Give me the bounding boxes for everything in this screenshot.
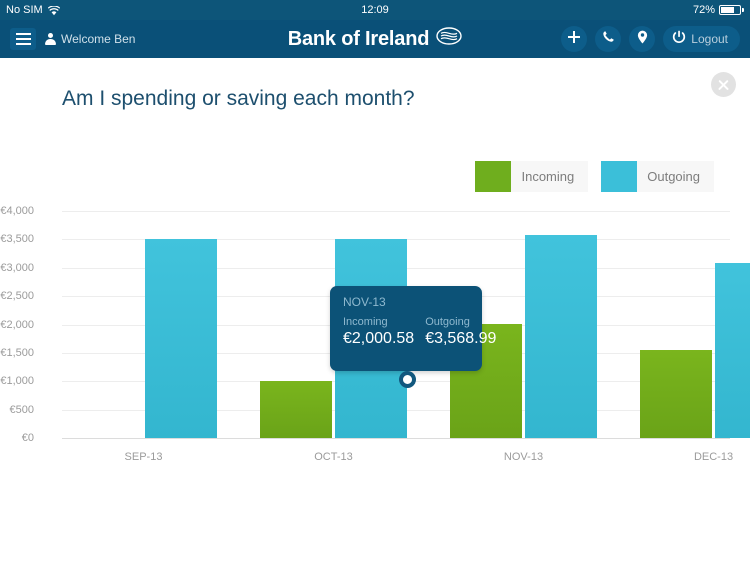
chart-bar-sep-13-outgoing[interactable] bbox=[145, 239, 217, 438]
battery-percent-label: 72% bbox=[692, 4, 715, 16]
tooltip-outgoing: Outgoing €3,568.99 bbox=[425, 316, 496, 348]
tooltip-values: Incoming €2,000.58 Outgoing €3,568.99 bbox=[343, 316, 496, 348]
y-axis-tick-label: €1,000 bbox=[0, 375, 34, 388]
legend-item-incoming[interactable]: Incoming bbox=[475, 161, 589, 192]
chart-legend: Incoming Outgoing bbox=[475, 161, 714, 192]
navigation-bar-right: Logout bbox=[561, 26, 740, 52]
chart-bar-nov-13-outgoing[interactable] bbox=[525, 235, 597, 438]
y-axis-tick-label: €2,500 bbox=[0, 290, 34, 303]
tooltip-incoming-label: Incoming bbox=[343, 316, 388, 328]
x-axis-tick-label: NOV-13 bbox=[503, 451, 544, 463]
legend-item-outgoing[interactable]: Outgoing bbox=[601, 161, 714, 192]
logout-label: Logout bbox=[691, 32, 728, 46]
locations-button[interactable] bbox=[629, 26, 656, 52]
status-bar: No SIM 12:09 72% bbox=[0, 0, 750, 20]
tooltip-incoming-value: €2,000.58 bbox=[343, 330, 415, 347]
legend-label-incoming: Incoming bbox=[521, 169, 575, 184]
tooltip-month-label: NOV-13 bbox=[343, 295, 386, 309]
chart-bar-oct-13-incoming[interactable] bbox=[260, 380, 332, 438]
page-title: Am I spending or saving each month? bbox=[62, 87, 415, 110]
x-axis-tick-label: SEP-13 bbox=[124, 451, 163, 463]
y-axis-tick-label: €4,000 bbox=[0, 205, 34, 217]
chart-gridline bbox=[62, 211, 730, 212]
phone-icon bbox=[602, 30, 615, 48]
add-button[interactable] bbox=[561, 26, 588, 52]
page-content: Am I spending or saving each month? Inco… bbox=[0, 58, 750, 563]
brand-name-label: Bank of Ireland bbox=[287, 27, 430, 50]
logout-button[interactable]: Logout bbox=[663, 26, 740, 52]
x-axis-tick-label: OCT-13 bbox=[314, 451, 353, 463]
tooltip-incoming: Incoming €2,000.58 bbox=[343, 316, 414, 348]
y-axis-tick-label: €0 bbox=[21, 432, 34, 444]
y-axis-tick-label: €2,000 bbox=[0, 318, 34, 331]
status-bar-right: 72% bbox=[693, 4, 744, 16]
map-pin-icon bbox=[637, 30, 648, 49]
y-axis-tick-label: €500 bbox=[9, 403, 34, 416]
plus-icon bbox=[567, 30, 581, 49]
app-root: No SIM 12:09 72% Welcome Ben Bank of Ire… bbox=[0, 0, 750, 563]
battery-icon bbox=[719, 5, 744, 15]
chart-selection-marker-icon[interactable] bbox=[399, 371, 416, 388]
navigation-bar: Welcome Ben Bank of Ireland Logout bbox=[0, 20, 750, 58]
power-icon bbox=[672, 30, 686, 49]
chart-tooltip: NOV-13 Incoming €2,000.58 Outgoing €3,56… bbox=[330, 286, 496, 371]
y-axis-tick-label: €3,500 bbox=[0, 233, 34, 246]
call-button[interactable] bbox=[595, 26, 622, 52]
x-axis-tick-label: DEC-13 bbox=[693, 451, 734, 463]
bank-of-ireland-logo-icon bbox=[436, 27, 462, 51]
chart-bar-dec-13-outgoing[interactable] bbox=[715, 263, 750, 438]
tooltip-outgoing-label: Outgoing bbox=[425, 316, 470, 328]
chart-bar-dec-13-incoming[interactable] bbox=[640, 350, 712, 438]
legend-swatch-incoming bbox=[475, 161, 512, 192]
tooltip-outgoing-value: €3,568.99 bbox=[425, 330, 497, 347]
clock-label: 12:09 bbox=[361, 4, 389, 16]
y-axis-tick-label: €1,500 bbox=[0, 346, 34, 359]
close-icon[interactable] bbox=[711, 72, 736, 97]
y-axis-tick-label: €3,000 bbox=[0, 261, 34, 274]
chart-baseline bbox=[62, 438, 730, 439]
legend-label-outgoing: Outgoing bbox=[647, 169, 700, 184]
legend-swatch-outgoing bbox=[601, 161, 638, 192]
